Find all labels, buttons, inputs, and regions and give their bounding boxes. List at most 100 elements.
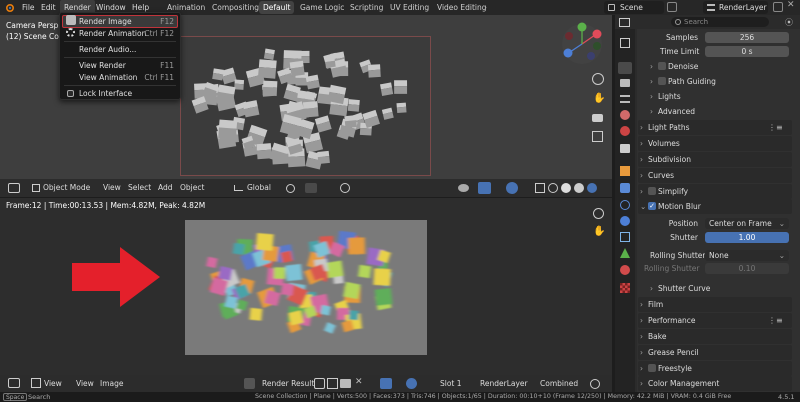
view-layer-remove-icon[interactable]: ✕ xyxy=(787,0,795,10)
tab-compositing[interactable]: Compositing xyxy=(208,1,263,14)
shutter-field[interactable]: 1.00 xyxy=(705,232,789,243)
shading-rendered-icon[interactable] xyxy=(587,183,597,193)
menu-item-lock-interface[interactable]: Lock Interface xyxy=(66,88,176,99)
open-image-icon[interactable] xyxy=(340,379,351,388)
menu-item-render-animation[interactable]: Render Animation Ctrl F12 xyxy=(66,28,176,39)
editor-type-icon[interactable] xyxy=(8,183,20,193)
tab-uv-editing[interactable]: UV Editing xyxy=(386,1,433,14)
menu-file[interactable]: File xyxy=(18,0,39,15)
slot-dropdown[interactable]: Slot 1 xyxy=(440,375,462,392)
material-tab-icon[interactable] xyxy=(620,265,630,275)
unlink-image-icon[interactable]: ✕ xyxy=(355,377,363,387)
shading-wireframe-icon[interactable] xyxy=(548,183,558,193)
image-view-dropdown[interactable]: View xyxy=(44,375,62,392)
menu-item-view-animation[interactable]: View Animation Ctrl F11 xyxy=(66,72,176,83)
menu-edit[interactable]: Edit xyxy=(37,0,60,15)
modifier-tab-icon[interactable] xyxy=(620,183,630,193)
tabs-overflow-icon[interactable]: › xyxy=(484,1,487,14)
fake-user-icon[interactable] xyxy=(314,378,325,389)
snap-icon[interactable] xyxy=(305,183,317,193)
denoise-checkbox[interactable] xyxy=(658,62,666,70)
menu-item-view-render[interactable]: View Render F11 xyxy=(66,60,176,71)
lights-panel[interactable]: › Lights xyxy=(650,89,681,104)
presets-icon[interactable]: ⋮≡ xyxy=(768,123,783,132)
particles-tab-icon[interactable] xyxy=(620,200,630,210)
menu-view[interactable]: View xyxy=(103,179,121,197)
shading-solid-icon[interactable] xyxy=(561,183,571,193)
scene-copy-icon[interactable] xyxy=(667,2,677,12)
render-layer-dropdown[interactable]: RenderLayer xyxy=(480,375,528,392)
proportional-edit-icon[interactable] xyxy=(340,183,350,193)
object-tab-icon[interactable] xyxy=(620,166,630,176)
shading-material-icon[interactable] xyxy=(574,183,584,193)
transform-orientation-dropdown[interactable]: Global xyxy=(247,179,271,197)
image-menu-image[interactable]: Image xyxy=(100,375,124,392)
render-pass-dropdown[interactable]: Combined xyxy=(540,375,578,392)
advanced-panel[interactable]: › Advanced xyxy=(650,104,695,119)
lock-interface-checkbox[interactable] xyxy=(67,90,74,97)
time-limit-field[interactable]: 0 s xyxy=(705,46,789,57)
shutter-curve-panel[interactable]: › Shutter Curve xyxy=(650,281,710,296)
tab-default[interactable]: Default xyxy=(259,1,295,14)
samples-field[interactable]: 256 xyxy=(705,32,789,43)
physics-tab-icon[interactable] xyxy=(620,216,630,226)
pin-icon[interactable]: ⦿ xyxy=(785,17,793,28)
pan-hand-icon[interactable]: ✋ xyxy=(593,93,605,104)
pivot-icon[interactable] xyxy=(286,184,295,193)
view-layer-tab-icon[interactable] xyxy=(620,95,630,103)
output-tab-icon[interactable] xyxy=(620,79,630,87)
performance-presets-icon[interactable]: ⋮≡ xyxy=(768,316,783,325)
menu-add[interactable]: Add xyxy=(158,179,173,197)
view-layer-copy-icon[interactable] xyxy=(773,2,783,12)
menu-object[interactable]: Object xyxy=(180,179,204,197)
xray-icon[interactable] xyxy=(535,183,545,193)
path-guiding-checkbox[interactable] xyxy=(658,77,666,85)
tab-game-logic[interactable]: Game Logic xyxy=(296,1,348,14)
image-mode-icon[interactable] xyxy=(31,378,41,388)
camera-view-icon[interactable] xyxy=(592,114,603,122)
data-tab-icon[interactable] xyxy=(620,248,630,258)
image-browse-icon[interactable] xyxy=(244,378,255,389)
image-gizmo-icon[interactable] xyxy=(380,378,392,389)
perspective-grid-icon[interactable] xyxy=(592,131,603,142)
image-zoom-icon[interactable] xyxy=(593,208,604,219)
tab-video-editing[interactable]: Video Editing xyxy=(433,1,491,14)
texture-tab-icon[interactable] xyxy=(620,283,630,293)
world-tab-icon[interactable] xyxy=(620,126,630,136)
navigation-gizmo[interactable] xyxy=(555,20,609,64)
view-layer-selector[interactable]: RenderLayer xyxy=(703,1,768,14)
image-overlay-icon[interactable] xyxy=(406,378,417,389)
menu-item-render-audio[interactable]: Render Audio... xyxy=(66,44,176,55)
tab-scripting[interactable]: Scripting xyxy=(346,1,387,14)
scene-selector[interactable]: Scene xyxy=(604,1,664,14)
menu-select[interactable]: Select xyxy=(128,179,151,197)
object-mode-dropdown[interactable]: Object Mode xyxy=(43,179,90,197)
image-pan-hand-icon[interactable]: ✋ xyxy=(593,226,605,237)
position-dropdown[interactable]: Center on Frame ⌄ xyxy=(705,218,789,229)
image-editor-type-icon[interactable] xyxy=(8,378,20,388)
image-name-field[interactable]: Render Result xyxy=(262,375,314,392)
rolling-shutter-dropdown[interactable]: None ⌄ xyxy=(705,250,789,261)
rolling-duration-field[interactable]: 0.10 xyxy=(705,263,789,274)
tool-tab-icon[interactable] xyxy=(620,38,630,48)
zoom-icon[interactable] xyxy=(592,73,604,85)
overlay-toggle-icon[interactable] xyxy=(506,182,518,194)
display-channels-icon[interactable] xyxy=(590,379,600,389)
render-tab-icon[interactable] xyxy=(618,62,632,74)
simplify-checkbox[interactable] xyxy=(648,187,656,195)
freestyle-checkbox[interactable] xyxy=(648,364,656,372)
path-guiding-panel[interactable]: › Path Guiding xyxy=(650,74,716,89)
scene-tab-icon[interactable] xyxy=(620,110,630,120)
search-input[interactable]: Search xyxy=(684,17,708,27)
menu-item-render-image[interactable]: Render Image F12 xyxy=(66,15,176,27)
collection-tab-icon[interactable] xyxy=(620,144,630,153)
gizmo-toggle-icon[interactable] xyxy=(478,182,491,194)
properties-editor-type-icon[interactable] xyxy=(619,18,630,27)
visibility-icon[interactable] xyxy=(458,184,469,192)
constraints-tab-icon[interactable] xyxy=(620,232,630,242)
image-menu-view[interactable]: View xyxy=(76,375,94,392)
new-image-icon[interactable] xyxy=(327,378,338,389)
blender-logo-icon[interactable] xyxy=(5,3,15,12)
denoise-panel[interactable]: › Denoise xyxy=(650,59,698,74)
properties-search[interactable]: Search xyxy=(671,17,769,27)
